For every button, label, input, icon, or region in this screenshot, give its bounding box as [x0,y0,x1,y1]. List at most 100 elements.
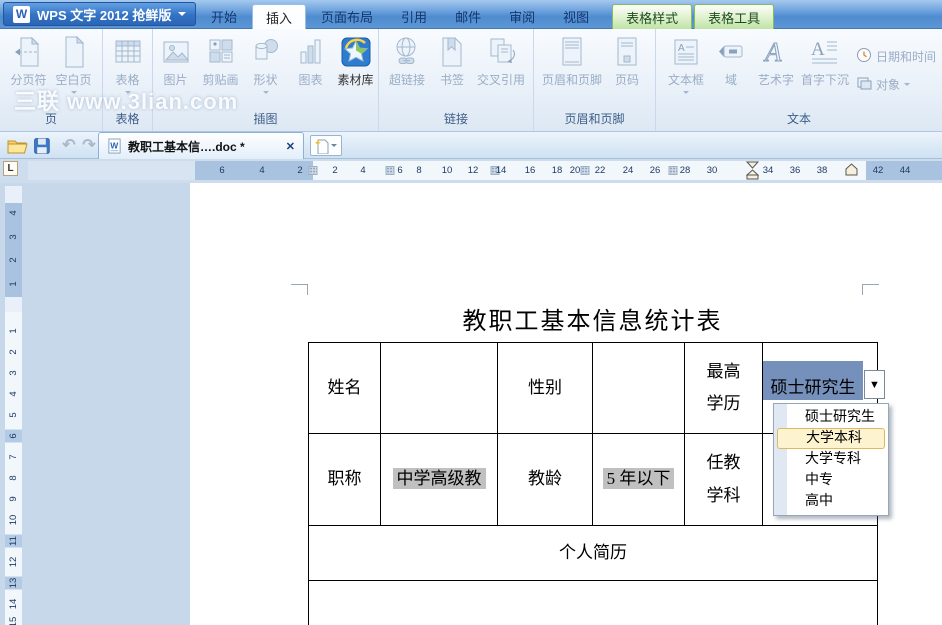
wordart-button[interactable]: A 艺术字 [754,34,798,88]
svg-text:A: A [811,39,825,60]
cell-name-label[interactable]: 姓名 [309,343,381,434]
horizontal-ruler[interactable]: L 64224681012141618202224262830343638424… [0,159,942,183]
ruler-tick: 2 [332,165,337,176]
close-document-icon[interactable]: ✕ [286,140,295,153]
tab-table-tools[interactable]: 表格工具 [694,4,774,29]
tab-home[interactable]: 开始 [198,4,250,29]
tab-view[interactable]: 视图 [550,4,602,29]
table-button[interactable]: 表格 [106,34,150,97]
clipart-button[interactable]: 剪贴画 [199,34,243,88]
cell-years-label[interactable]: 教龄 [498,434,593,526]
text-box-icon: A [668,34,704,70]
new-document-button[interactable]: ✦ [310,135,342,156]
form-field-title[interactable]: 中学高级教 [393,468,486,489]
undo-button[interactable]: ↶ [58,135,80,156]
indent-markers-icon[interactable] [746,161,759,181]
document-tab-title: 教职工基本信….doc * [128,138,245,155]
cell-education-label[interactable]: 最高 学历 [685,343,763,434]
tab-references[interactable]: 引用 [388,4,440,29]
ruler-tick: 15 [8,615,19,625]
tab-table-style[interactable]: 表格样式 [612,4,692,29]
tab-page-layout[interactable]: 页面布局 [308,4,386,29]
object-button[interactable]: 对象 [856,75,936,94]
bookmark-button[interactable]: 书签 [430,34,474,88]
tab-stop-selector[interactable]: L [3,161,18,176]
cell-title-label[interactable]: 职称 [309,434,381,526]
cross-reference-button[interactable]: 交叉引用 [475,34,527,88]
save-icon [32,136,51,155]
ruler-tick: 10 [442,165,453,176]
redo-icon: ↷ [82,138,95,154]
ruler-tick: 14 [496,165,507,176]
dropdown-arrow-button[interactable]: ▼ [864,370,885,399]
clipart-library-button[interactable]: 素材库 [334,34,378,88]
ruler-tick: 36 [790,165,801,176]
dropdown-arrow-icon: ▼ [869,379,880,391]
shapes-button[interactable]: 形状 [244,34,288,97]
open-file-button[interactable] [6,135,28,156]
header-footer-icon [554,34,590,70]
document-title[interactable]: 教职工基本信息统计表 [308,301,877,336]
svg-text:✦: ✦ [315,139,322,149]
dropdown-option[interactable]: 高中 [774,491,888,512]
ruler-tick: 1 [8,277,19,292]
dropdown-option-highlighted[interactable]: 大学本科 [777,428,885,449]
blank-page-button[interactable]: 空白页 [52,34,96,97]
picture-icon [158,34,194,70]
ribbon-group-page: 分页符 空白页 页 [0,29,103,131]
cell-name-value[interactable] [381,343,498,434]
text-box-button[interactable]: A 文本框 [664,34,708,97]
ruler-tick: 2 [297,165,302,176]
cell-title-value[interactable]: 中学高级教 [381,434,498,526]
tab-insert[interactable]: 插入 [252,4,306,29]
field-button[interactable]: 域 [709,34,753,88]
right-indent-marker-icon[interactable] [845,163,858,176]
drop-cap-button[interactable]: A 首字下沉 [799,34,851,88]
ruler-tick: 12 [8,555,19,570]
wps-menu-button[interactable]: W WPS 文字 2012 抢鲜版 [3,2,196,26]
save-button[interactable] [30,135,52,156]
picture-button[interactable]: 图片 [154,34,198,88]
ruler-tick: 12 [468,165,479,176]
dropdown-option[interactable]: 中专 [774,470,888,491]
education-dropdown-field[interactable]: 硕士研究生 [763,361,863,400]
table-column-marker[interactable] [309,166,318,175]
tab-mailings[interactable]: 邮件 [442,4,494,29]
cell-gender-value[interactable] [593,343,685,434]
cell-resume-body[interactable] [309,581,878,625]
tab-review[interactable]: 审阅 [496,4,548,29]
page-number-button[interactable]: 页码 [605,34,649,88]
ruler-tick: 22 [595,165,606,176]
undo-icon: ↶ [62,138,75,154]
page-break-button[interactable]: 分页符 [7,34,51,88]
chart-button[interactable]: 图表 [289,34,333,88]
ruler-tick: 4 [8,206,19,221]
ruler-tick: 38 [817,165,828,176]
vertical-ruler[interactable]: 4321123456789101112131415 [5,186,22,625]
cell-years-value[interactable]: 5 年以下 [593,434,685,526]
group-label-text: 文本 [656,110,942,127]
table-column-marker[interactable] [669,166,678,175]
redo-button[interactable]: ↷ [78,135,100,156]
cell-resume-header[interactable]: 个人简历 [309,526,878,581]
hyperlink-button[interactable]: 超链接 [385,34,429,88]
ruler-tick: 8 [8,471,19,486]
ruler-tick: 4 [360,165,365,176]
dropdown-option[interactable]: 硕士研究生 [774,407,888,428]
header-footer-button[interactable]: 页眉和页脚 [540,34,604,88]
date-time-button[interactable]: 日期和时间 [856,47,936,66]
ruler-tick: 34 [763,165,774,176]
page-break-icon [11,34,47,70]
ribbon-group-header-footer: 页眉和页脚 页码 页眉和页脚 [534,29,656,131]
bookmark-icon [434,34,470,70]
ruler-tick: 30 [707,165,718,176]
document-tab[interactable]: W 教职工基本信….doc * ✕ [98,132,304,159]
field-icon [713,34,749,70]
object-icon [856,75,872,94]
cell-gender-label[interactable]: 性别 [498,343,593,434]
cell-subject-label[interactable]: 任教 学科 [685,434,763,526]
table-column-marker[interactable] [386,166,395,175]
form-field-years[interactable]: 5 年以下 [603,468,675,489]
dropdown-option[interactable]: 大学专科 [774,449,888,470]
table-column-marker[interactable] [581,166,590,175]
